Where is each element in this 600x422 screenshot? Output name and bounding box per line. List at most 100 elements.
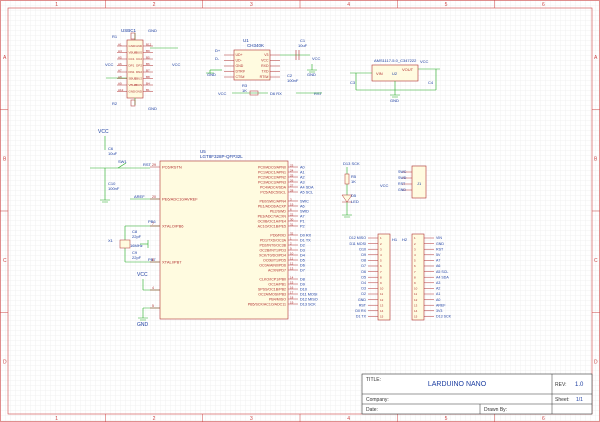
usb-left-pin-num: A4: [118, 49, 122, 53]
ch340-vcc2-label: VCC: [218, 91, 227, 96]
usb-vcc-left: VCC: [105, 62, 114, 67]
ch340-gnd2-label: GND: [307, 72, 316, 77]
usb-vcc-right: VCC: [172, 62, 181, 67]
mcu-right-pin-name: PC2/ADC2/APN2: [258, 175, 286, 179]
xtal-ca-value: 22pF: [132, 234, 142, 239]
mcu-left-pin-name: XTALO/PB6: [162, 223, 184, 228]
ch340-vcc-label: VCC: [312, 56, 321, 61]
mcu-right-pin-num: 22: [290, 212, 294, 216]
mcu-right-pin-num: 12: [290, 261, 294, 265]
mcu-right-pin-num: 17: [290, 290, 294, 294]
mcu-right-pin-num: 11: [290, 256, 293, 260]
rev-value: 1.0: [575, 382, 584, 388]
h1-net-label: D12 MISO: [349, 236, 366, 240]
mcu-right-pin-name: OC2A/MOSI/PB3: [258, 292, 286, 296]
mcu-net-label: D3: [300, 248, 305, 252]
usb-right-pin-name: CC2: [136, 57, 142, 61]
sheet-label: Sheet:: [555, 397, 569, 403]
mcu-net-label: P1: [300, 219, 305, 223]
mcu-net-label: A5 SCL: [300, 190, 313, 194]
h1-net-label: D3: [361, 287, 366, 291]
title-label: TITLE:: [366, 377, 381, 383]
isp-pin-label: GND: [398, 188, 406, 192]
usb-gnd-bot: GND: [148, 106, 157, 111]
h1-net-label: D9: [361, 253, 366, 257]
led-resistor: [344, 173, 350, 185]
usb-right-pin-name: GND: [135, 44, 143, 48]
isp-pin-label: RST: [398, 182, 406, 186]
h2-net-label: A4 SDA: [436, 275, 449, 279]
frame-col-label: 5: [445, 2, 448, 8]
usb-gnd-top: GND: [148, 28, 157, 33]
mcu-right-pin-name: PC3/ADC3/APN3: [258, 180, 286, 184]
mcu-right-pin-name: PD1/TXD/OC3A: [260, 238, 287, 242]
drawn-by-label: Drawn By:: [484, 407, 507, 413]
mcu-u5: U5 LGT8F328P-QFP32L 29 PC6/RSTN20 PE6/ADC1…: [150, 149, 318, 320]
h2-net-label: AREF: [436, 303, 446, 307]
mcu-net-label: A4 SDA: [300, 185, 314, 189]
mcu-left-pin-num: 7: [152, 222, 154, 226]
h1-net-label: D10: [359, 247, 366, 251]
mcu-net-label: A7: [300, 214, 305, 218]
date-label: Date:: [366, 407, 378, 413]
mcu-right-pin-num: 23: [290, 163, 294, 167]
led-r-value: 1K: [351, 179, 356, 184]
h2-pin-num: 10: [414, 287, 418, 291]
h1-net-label: RST: [359, 303, 367, 307]
mcu-right-pin-num: 25: [290, 173, 294, 177]
isp-pin-label: SWC: [398, 170, 407, 174]
mcu-right-pin-name: PC4/ADC4/SDA: [260, 185, 287, 189]
h1-pin-num: 13: [380, 303, 384, 307]
isp-pin-label: SWD: [398, 176, 407, 180]
ch340-left-pin-name: UD-: [236, 59, 243, 63]
h1-ref: H1: [392, 237, 398, 242]
mcu-right-pin-name: XCK/T0/DO/PD4: [259, 253, 286, 257]
mcu-right-pin-name: AC1O/OC1B/PE5: [258, 224, 286, 228]
mcu-part: LGT8F328P-QFP32L: [200, 154, 243, 159]
mcu-net-label: A0: [300, 165, 305, 169]
h2-net-label: A7: [436, 259, 440, 263]
frame-col-label: 3: [250, 2, 253, 8]
usb-right-pin-num: B7: [146, 69, 150, 73]
h2-net-label: A6: [436, 264, 440, 268]
usb-right-pin-name: DN2: [136, 70, 142, 74]
ch340-d6rx-label: D6 RX: [270, 91, 282, 96]
ch340-rst-label: RST: [314, 91, 323, 96]
frame-col-label: 4: [347, 2, 350, 8]
mcu-net-label: D7: [300, 268, 305, 272]
usb-right-pin-num: B6: [146, 62, 150, 66]
reset-c-value: 10uF: [108, 151, 118, 156]
h2-net-label: A3: [436, 281, 440, 285]
frame-col-label: 6: [542, 2, 545, 8]
usb-left-pin-num: A8: [118, 75, 122, 79]
frame-col-label: 2: [153, 2, 156, 8]
usb-left-pin-name: DN1: [129, 70, 135, 74]
mcu-right-pin-name: CLKO/ICP1/PB0: [259, 277, 286, 281]
ldo-gnd: GND: [390, 98, 399, 103]
mcu-right-pin-name: PD2/INT0/OC3B: [259, 243, 286, 247]
mcu-right-pin-name: PE2/SWD: [270, 209, 287, 213]
frame-row-label: C: [3, 258, 7, 264]
mcu-right-pin-num: 24: [290, 168, 294, 172]
mcu-right-pin-name: PE0/SWC/APN4: [259, 199, 286, 203]
mcu-net-label: SWC: [300, 199, 309, 203]
h2-net-label: A5 SCL: [436, 270, 448, 274]
usb-left-pin-name: DP1: [129, 64, 135, 68]
h1-pin-num: 14: [380, 309, 384, 313]
h1-net-label: D7: [361, 264, 366, 268]
xtal-cb-value: 22pF: [132, 255, 142, 260]
h2-net-label: 5V: [436, 253, 441, 257]
mcu-right-pin-num: 10: [290, 251, 294, 255]
usb-left-pin-num: A1: [118, 43, 122, 47]
usb-right-pin-num: B4: [146, 82, 150, 86]
h1-net-label: D8: [361, 259, 366, 263]
mcu-net-label: P2: [300, 224, 305, 228]
frame-row-label: D: [3, 359, 7, 365]
mcu-net-label: D13 SCK: [300, 302, 316, 306]
mcu-right-pin-name: OC0A/AIN0/PD6: [259, 263, 286, 267]
usb-right-pin-name: GND: [135, 90, 143, 94]
mcu-right-pin-name: PD0/RXD: [270, 233, 286, 237]
mcu-right-pin-name: PE3/ADC7/ACXN: [258, 214, 287, 218]
h2-pin-num: 12: [414, 298, 418, 302]
ldo-vout: VOUT: [402, 67, 414, 72]
